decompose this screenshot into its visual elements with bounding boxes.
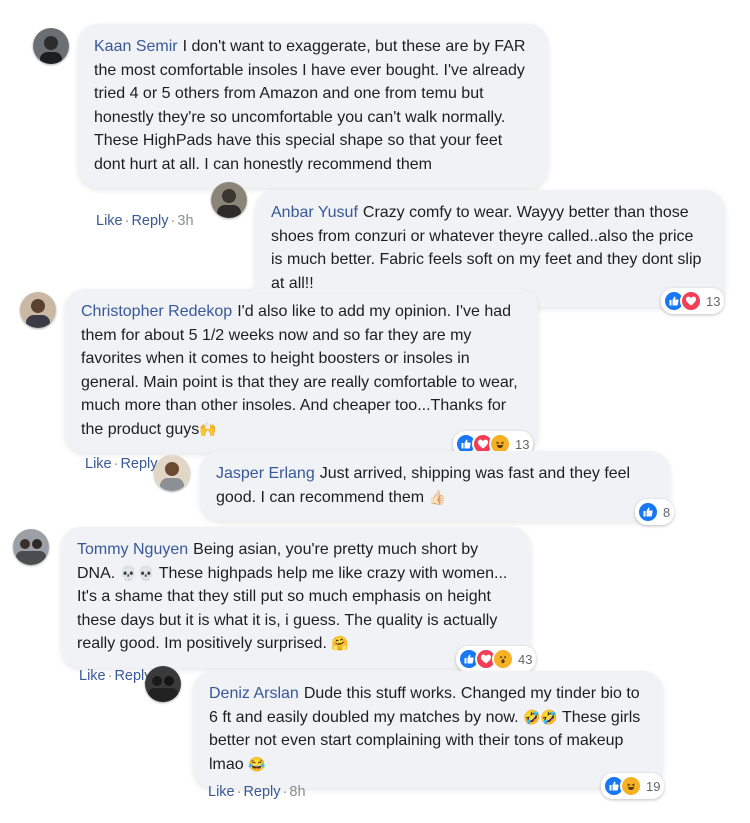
raising-hands-emoji: 🙌 [199, 420, 217, 437]
avatar[interactable] [211, 182, 247, 218]
like-link[interactable]: Like [79, 668, 106, 684]
comment-bubble: Christopher Redekop I'd also like to add … [65, 289, 538, 453]
comment-bubble: Kaan Semir I don't want to exaggerate, bu… [78, 24, 548, 188]
reaction-count: 43 [518, 651, 533, 667]
comment-actions: Like · Reply · 8h [208, 784, 306, 800]
comment-author[interactable]: Tommy Nguyen [77, 541, 188, 558]
separator: · [113, 456, 119, 472]
comment-text: I don't want to exaggerate, but these ar… [94, 38, 526, 173]
like-link[interactable]: Like [96, 213, 123, 229]
avatar[interactable] [33, 28, 69, 64]
reactions-summary[interactable]: 19 [601, 773, 665, 799]
comment-timestamp[interactable]: 8h [289, 784, 305, 800]
wow-icon [492, 648, 514, 670]
avatar[interactable] [145, 666, 181, 702]
comment-author[interactable]: Kaan Semir [94, 38, 178, 55]
comment-bubble: Deniz Arslan Dude this stuff works. Chang… [193, 671, 663, 788]
haha-icon [620, 775, 642, 797]
separator: · [124, 213, 130, 229]
separator: · [170, 213, 176, 229]
comment-author[interactable]: Christopher Redekop [81, 303, 232, 320]
comment-actions: Like · Reply [85, 456, 158, 472]
avatar[interactable] [13, 529, 49, 565]
reactions-summary[interactable]: 13 [661, 288, 725, 314]
hugging-emoji: 🤗 [331, 635, 349, 651]
comment-timestamp[interactable]: 3h [177, 213, 193, 229]
avatar[interactable] [20, 292, 56, 328]
like-icon [637, 501, 659, 523]
reply-link[interactable]: Reply [131, 213, 168, 229]
separator: · [282, 784, 288, 800]
comment-author[interactable]: Anbar Yusuf [271, 204, 358, 221]
thumbs-up-emoji: 👍🏻 [428, 488, 446, 505]
comment-bubble: Tommy Nguyen Being asian, you're pretty m… [61, 527, 531, 668]
reactions-summary[interactable]: 8 [635, 499, 675, 525]
comment-actions: Like · Reply [79, 668, 152, 684]
reaction-count: 8 [663, 504, 671, 520]
reactions-summary[interactable]: 43 [456, 646, 537, 672]
separator: · [236, 784, 242, 800]
love-icon [680, 290, 702, 312]
reaction-count: 13 [706, 293, 721, 309]
rofl-emoji: 🤣🤣 [522, 708, 558, 725]
like-link[interactable]: Like [208, 784, 235, 800]
reply-link[interactable]: Reply [243, 784, 280, 800]
comment-bubble: Jasper Erlang Just arrived, shipping was … [200, 451, 670, 521]
reaction-count: 13 [515, 436, 530, 452]
reply-link[interactable]: Reply [120, 456, 157, 472]
comment-text: I'd also like to add my opinion. I've ha… [81, 303, 518, 438]
comment-actions: Like · Reply · 3h [96, 213, 194, 229]
reaction-count: 19 [646, 778, 661, 794]
like-link[interactable]: Like [85, 456, 112, 472]
comment-author[interactable]: Deniz Arslan [209, 685, 299, 702]
avatar[interactable] [154, 455, 190, 491]
skull-emoji: 💀💀 [119, 564, 155, 581]
joy-emoji: 😂 [248, 755, 266, 772]
comment-author[interactable]: Jasper Erlang [216, 465, 315, 482]
separator: · [107, 668, 113, 684]
